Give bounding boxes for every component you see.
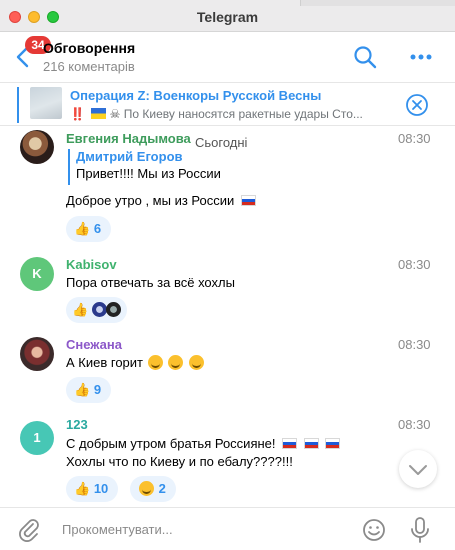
chevron-down-icon [409, 465, 427, 475]
reaction-count: 6 [93, 221, 102, 236]
grinning-face-icon [188, 355, 204, 370]
grinning-face-icon [168, 355, 184, 370]
avatar[interactable] [20, 130, 54, 164]
double-exclamation-icon: ‼️ [70, 107, 85, 121]
reaction-thumbs-up[interactable]: 👍 10 [66, 476, 119, 502]
pinned-preview-text: По Киеву наносятся ракетные удары Сто... [123, 107, 363, 121]
comment-composer [0, 507, 455, 550]
avatar[interactable]: K [20, 257, 54, 291]
russia-flag-icon [303, 438, 319, 449]
message-text: Пора отвечать за всё хохлы [66, 275, 235, 290]
thumbs-up-icon: 👍 [72, 302, 89, 317]
message-time: 08:30 [398, 417, 431, 432]
message-text: А Киев горит [66, 355, 143, 370]
emoji-button[interactable] [361, 517, 387, 543]
author-name[interactable]: 123 [66, 417, 88, 432]
background-tab [300, 0, 455, 6]
search-button[interactable] [352, 44, 378, 70]
scroll-down-button[interactable] [399, 450, 437, 488]
reaction-thumbs-up[interactable]: 👍 9 [66, 377, 112, 403]
comments-count: 216 коментарів [43, 59, 135, 74]
thumbs-up-icon: 👍 [74, 221, 91, 236]
voice-message-button[interactable] [407, 515, 433, 545]
author-name[interactable]: Kabisov [66, 257, 117, 272]
reaction-grinning[interactable]: 2 [130, 476, 176, 502]
attach-button[interactable] [16, 517, 42, 543]
author-name[interactable]: Евгения Надымова [66, 131, 191, 146]
chat-header: 34 Обговорення 216 коментарів [0, 32, 455, 82]
reactor-avatar [91, 302, 107, 317]
avatar[interactable] [20, 337, 54, 371]
message-text-line: Хохлы что по Киеву и по ебалу????!!! [66, 454, 293, 469]
skull-crossbones-icon: ☠ [109, 107, 121, 121]
close-pinned-button[interactable] [405, 93, 429, 117]
pinned-post[interactable]: Операция Z: Военкоры Русской Весны ‼️ ☠ … [0, 82, 455, 126]
reply-quote[interactable]: Дмитрий Егоров Привет!!!! Мы из России [68, 149, 288, 185]
reply-author: Дмитрий Егоров [76, 149, 183, 164]
author-name[interactable]: Снежана [66, 337, 122, 352]
grinning-face-icon [147, 355, 163, 370]
post-thumbnail [30, 87, 62, 119]
pinned-preview: ‼️ ☠ По Киеву наносятся ракетные удары С… [70, 107, 400, 121]
reply-text: Привет!!!! Мы из России [76, 166, 221, 181]
paperclip-icon [19, 519, 39, 542]
microphone-icon [411, 517, 429, 543]
comments-list[interactable]: Евгения Надымова Сьогодні 08:30 Дмитрий … [0, 127, 455, 507]
message-text-row: С добрым утром братья Россияне! [66, 436, 341, 451]
message-text-row: А Киев горит [66, 355, 205, 370]
page-title: Обговорення [43, 40, 136, 56]
more-dots-icon [410, 54, 432, 60]
reactor-avatar [106, 302, 122, 317]
message-text-row: Доброе утро , мы из России [66, 193, 256, 208]
search-icon [354, 46, 377, 69]
pinned-channel-title: Операция Z: Военкоры Русской Весны [70, 88, 322, 103]
reaction-count: 9 [93, 382, 102, 397]
message-text-line: С добрым утром братья Россияне! [66, 436, 276, 451]
message-time: 08:30 [398, 131, 431, 146]
window-titlebar: Telegram [0, 0, 455, 32]
thumbs-up-icon: 👍 [74, 382, 91, 397]
reaction-thumbs-up[interactable]: 👍 6 [66, 216, 112, 242]
thumbs-up-icon: 👍 [74, 481, 91, 496]
avatar[interactable]: 1 [20, 421, 54, 455]
reaction-count: 2 [158, 481, 166, 496]
date-separator: Сьогодні [195, 135, 248, 150]
reaction-thumbs-up[interactable]: 👍 [66, 297, 128, 323]
close-circle-icon [406, 94, 428, 116]
russia-flag-icon [240, 195, 256, 206]
russia-flag-icon [325, 438, 341, 449]
more-button[interactable] [406, 48, 436, 66]
comment-input[interactable] [62, 517, 342, 541]
window-title: Telegram [196, 9, 259, 25]
russia-flag-icon [282, 438, 298, 449]
pinned-accent-bar [17, 87, 19, 123]
message-text: Доброе утро , мы из России [66, 193, 235, 208]
reaction-count: 10 [93, 481, 109, 496]
smiley-icon [363, 519, 385, 541]
grinning-face-icon [139, 481, 154, 496]
ukraine-flag-icon [91, 108, 107, 119]
message-time: 08:30 [398, 337, 431, 352]
message-time: 08:30 [398, 257, 431, 272]
